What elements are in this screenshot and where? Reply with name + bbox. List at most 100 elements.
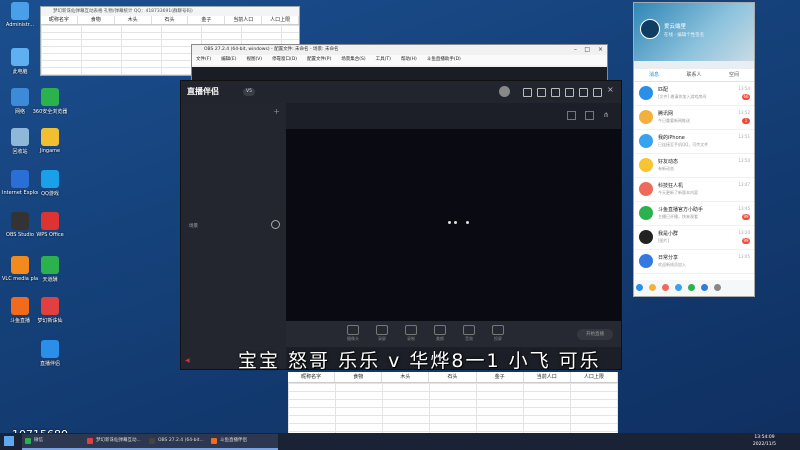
source-tool-button[interactable]: 录屏 [371,325,393,342]
list-item[interactable]: 腾讯网 今日重要新闻推送 13:52 1 [634,106,754,130]
message-preview: 有新动态 [658,166,674,171]
mic-icon[interactable]: ◀ [185,357,190,364]
header-bar: 直播伴侣 V5 × [181,81,621,103]
tab-1[interactable]: 联系人 [674,69,714,81]
minimize-icon[interactable]: – [574,46,577,53]
message-preview: 欢迎新成员加入 [658,262,686,267]
list-item[interactable]: 科技狂人机 今天更新了新版本内容 13:47 [634,178,754,202]
tab-2[interactable]: 空间 [714,69,754,81]
menu-bar: 文件(F) 编辑(E) 视图(V) 停靠窗口(D) 配置文件(P) 场景集合(S) 工具(T… [192,55,607,65]
add-scene-icon[interactable]: + [273,107,280,116]
gift-icon[interactable] [537,88,546,97]
desktop-icon[interactable]: Administr... [2,2,38,28]
minimize-icon[interactable] [579,88,588,97]
desktop-icon[interactable]: 360安全浏览器 [32,88,68,115]
message-time: 13:47 [738,182,750,187]
message-preview: 今日重要新闻推送 [658,118,690,123]
user-status[interactable]: 在线 · 编辑个性签名 [664,32,704,38]
desktop-icon[interactable]: 天道酬 [32,256,68,283]
desktop-icon[interactable]: 此电脑 [2,48,38,75]
taskbar-item[interactable]: OBS 27.2.4 (64-bit... [146,434,216,450]
start-icon[interactable] [4,436,14,446]
file-icon[interactable] [674,284,682,291]
douyu-companion-window[interactable]: 直播伴侣 V5 × + 场景 ⋔ 摄像头 录屏 录制 美颜 音效 投屏 开始直播 ◀ [180,80,622,370]
desktop-icon[interactable]: Jingame [32,128,68,154]
close-icon[interactable]: × [598,46,603,53]
game-icon[interactable] [687,284,695,291]
avatar[interactable] [499,86,510,97]
avatar[interactable] [640,19,660,39]
menu-item[interactable]: 工具(T) [376,55,391,65]
search-input[interactable] [634,61,754,69]
contact-name: 斗鱼直播官方小助手 [658,207,704,213]
menu-item[interactable]: 视图(V) [246,55,262,65]
share-icon[interactable]: ⋔ [603,111,609,119]
source-tool-button[interactable]: 美颜 [429,325,451,342]
tool-icon [347,325,359,335]
app-icon[interactable] [661,284,669,291]
desktop-icon-label: 此电脑 [12,69,28,75]
tool-icon [434,325,446,335]
system-clock[interactable]: 13:54:09 2022/11/5 [753,434,776,448]
source-tool-button[interactable]: 摄像头 [342,325,364,342]
column-header: 昵称名字 [288,372,336,382]
source-tool-button[interactable]: 录制 [400,325,422,342]
mail-icon[interactable] [648,284,656,291]
start-live-button[interactable]: 开始直播 [577,329,613,340]
menu-icon[interactable] [636,284,643,291]
scene-toggle-icon[interactable] [271,220,280,229]
app-icon [41,170,59,188]
qq-main-panel[interactable]: 爱云端里 在线 · 编辑个性签名 消息 联系人 空间 匹配 [文件] 邀请你加入游戏房… [633,2,755,297]
tab-0[interactable]: 消息 [634,69,674,81]
list-item[interactable]: 我的iPhone 已连接至手机QQ，可传文件 13:51 [634,130,754,154]
layout-icon[interactable] [567,111,576,120]
menu-item[interactable]: 斗鱼直播助手(D) [427,55,461,65]
viewer-caption: 宝宝 怒哥 乐乐 v 华烨8一1 小飞 可乐 [238,350,601,372]
message-icon[interactable] [523,88,532,97]
menu-item[interactable]: 场景集合(S) [341,55,365,65]
list-item[interactable]: 斗鱼直播官方小助手 主播已开播，快来观看 13:45 99 [634,202,754,226]
message-preview: [文件] 邀请你加入游戏房间 [658,94,707,99]
weather-icon[interactable] [700,284,708,291]
desktop-icon[interactable]: 直播伴侣 [32,340,68,367]
desktop-icon-label: Administr... [5,22,35,28]
record-icon[interactable] [585,111,594,120]
list-item[interactable]: 日常分享 欢迎新成员加入 13:05 [634,250,754,274]
desktop-icon[interactable]: 梦幻新诛仙 [32,297,68,324]
desktop-icon[interactable]: QQ游戏 [32,170,68,197]
desktop-icon[interactable]: WPS Office [32,212,68,238]
menu-item[interactable]: 编辑(E) [221,55,236,65]
loading-dot [454,221,457,224]
avatar [639,254,653,268]
settings-icon[interactable] [713,284,721,291]
source-tool-button[interactable]: 投屏 [487,325,509,342]
menu-item[interactable]: 文件(F) [196,55,211,65]
maximize-icon[interactable] [593,88,602,97]
column-header: 人口上限 [262,16,300,24]
maximize-icon[interactable]: □ [584,46,590,53]
source-tool-button[interactable]: 音效 [458,325,480,342]
taskbar-item[interactable]: 斗鱼直播伴侣 [208,434,278,450]
avatar [639,134,653,148]
taskbar-item-label: 斗鱼直播伴侣 [220,438,247,443]
contact-name: 日常分享 [658,255,679,261]
scene-label[interactable]: 场景 [189,223,198,229]
contact-name: 我的iPhone [658,135,685,141]
skin-icon[interactable] [565,88,574,97]
desktop-icon-label: QQ游戏 [41,191,59,197]
list-item[interactable]: 我是小群 [图片] 13:20 99 [634,226,754,250]
taskbar-item[interactable]: 梦幻新诛仙弹幕互动... [84,434,154,450]
menu-item[interactable]: 帮助(H) [401,55,417,65]
menu-item[interactable]: 停靠窗口(D) [272,55,297,65]
app-icon [41,340,59,358]
settings-icon[interactable] [551,88,560,97]
desktop-icon-label: 天道酬 [42,277,58,283]
list-item[interactable]: 好友动态 有新动态 13:50 [634,154,754,178]
taskbar-item[interactable]: 微信 [22,434,92,450]
app-icon [11,88,29,106]
menu-item[interactable]: 配置文件(P) [307,55,331,65]
list-item[interactable]: 匹配 [文件] 邀请你加入游戏房间 13:54 66 [634,82,754,106]
close-icon[interactable]: × [607,85,614,94]
message-preview: 主播已开播，快来观看 [658,214,698,219]
column-header: 食物 [335,372,383,382]
